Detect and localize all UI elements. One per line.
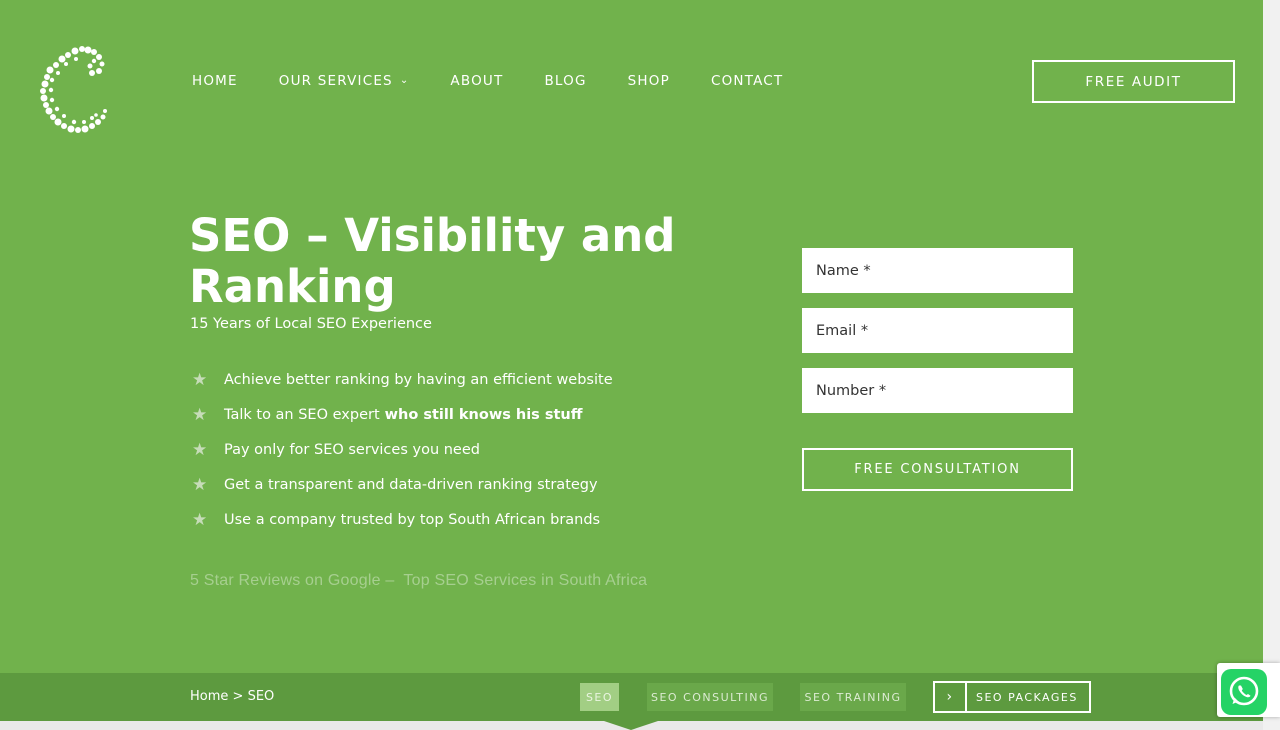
- free-audit-button[interactable]: FREE AUDIT: [1032, 60, 1235, 103]
- list-item: ★ Use a company trusted by top South Afri…: [192, 502, 613, 537]
- feature-text: Use a company trusted by top South Afric…: [224, 511, 601, 528]
- star-icon: ★: [192, 439, 208, 460]
- email-field[interactable]: Email *: [802, 308, 1073, 353]
- tab-seo-packages-label[interactable]: SEO PACKAGES: [967, 691, 1078, 704]
- name-field[interactable]: Name *: [802, 248, 1073, 293]
- breadcrumb: Home > SEO: [190, 689, 274, 704]
- number-field-placeholder: Number *: [816, 382, 887, 399]
- star-icon: ★: [192, 404, 208, 425]
- chevron-right-icon[interactable]: ›: [935, 683, 967, 711]
- nav-about-label[interactable]: ABOUT: [450, 73, 503, 89]
- name-field-placeholder: Name *: [816, 262, 871, 279]
- nav-blog[interactable]: BLOG: [544, 73, 586, 89]
- nav-contact-label[interactable]: CONTACT: [711, 73, 783, 89]
- breadcrumb-home[interactable]: Home: [190, 689, 228, 704]
- nav-home[interactable]: HOME: [192, 73, 238, 89]
- chevron-down-icon[interactable]: ⌄: [400, 75, 410, 86]
- whatsapp-icon[interactable]: [1221, 669, 1267, 715]
- feature-bold-text: who still knows his stuff: [384, 406, 583, 423]
- tab-seo[interactable]: SEO: [580, 683, 619, 711]
- breadcrumb-separator: >: [232, 689, 244, 704]
- nav-shop[interactable]: SHOP: [628, 73, 670, 89]
- star-icon: ★: [192, 509, 208, 530]
- list-item: ★ Talk to an SEO expert who still knows hi…: [192, 397, 613, 432]
- tab-seo-packages[interactable]: › SEO PACKAGES: [933, 681, 1091, 713]
- page-title: SEO – Visibility and Ranking: [189, 209, 676, 313]
- nav-shop-label[interactable]: SHOP: [628, 73, 670, 89]
- active-tab-pointer: [604, 721, 658, 730]
- star-icon: ★: [192, 474, 208, 495]
- logo-icon[interactable]: [36, 44, 112, 136]
- list-item: ★ Pay only for SEO services you need: [192, 432, 613, 467]
- nav-our-services-label[interactable]: OUR SERVICES: [279, 73, 393, 89]
- tab-seo-consulting[interactable]: SEO CONSULTING: [647, 683, 773, 711]
- feature-text: Achieve better ranking by having an effi…: [224, 371, 613, 388]
- list-item: ★ Get a transparent and data-driven ranki…: [192, 467, 613, 502]
- star-icon: ★: [192, 369, 208, 390]
- breadcrumb-current: SEO: [247, 689, 275, 704]
- nav-blog-label[interactable]: BLOG: [544, 73, 586, 89]
- email-field-placeholder: Email *: [816, 322, 869, 339]
- number-field[interactable]: Number *: [802, 368, 1073, 413]
- feature-text: Talk to an SEO expert: [224, 406, 380, 423]
- feature-text: Get a transparent and data-driven rankin…: [224, 476, 598, 493]
- nav-about[interactable]: ABOUT: [450, 73, 503, 89]
- page-subtitle: 15 Years of Local SEO Experience: [190, 316, 432, 332]
- reviews-text: 5 Star Reviews on Google – Top SEO Servi…: [190, 572, 648, 589]
- nav-contact[interactable]: CONTACT: [711, 73, 783, 89]
- nav-our-services[interactable]: OUR SERVICES ⌄: [279, 73, 410, 89]
- feature-text: Pay only for SEO services you need: [224, 441, 480, 458]
- feature-list: ★ Achieve better ranking by having an eff…: [192, 362, 613, 537]
- scrollbar[interactable]: [1263, 0, 1280, 730]
- main-nav: HOME OUR SERVICES ⌄ ABOUT BLOG SHOP CONTA…: [192, 73, 824, 89]
- nav-home-label[interactable]: HOME: [192, 73, 238, 89]
- tab-seo-training[interactable]: SEO TRAINING: [800, 683, 906, 711]
- list-item: ★ Achieve better ranking by having an eff…: [192, 362, 613, 397]
- free-consultation-button[interactable]: FREE CONSULTATION: [802, 448, 1073, 491]
